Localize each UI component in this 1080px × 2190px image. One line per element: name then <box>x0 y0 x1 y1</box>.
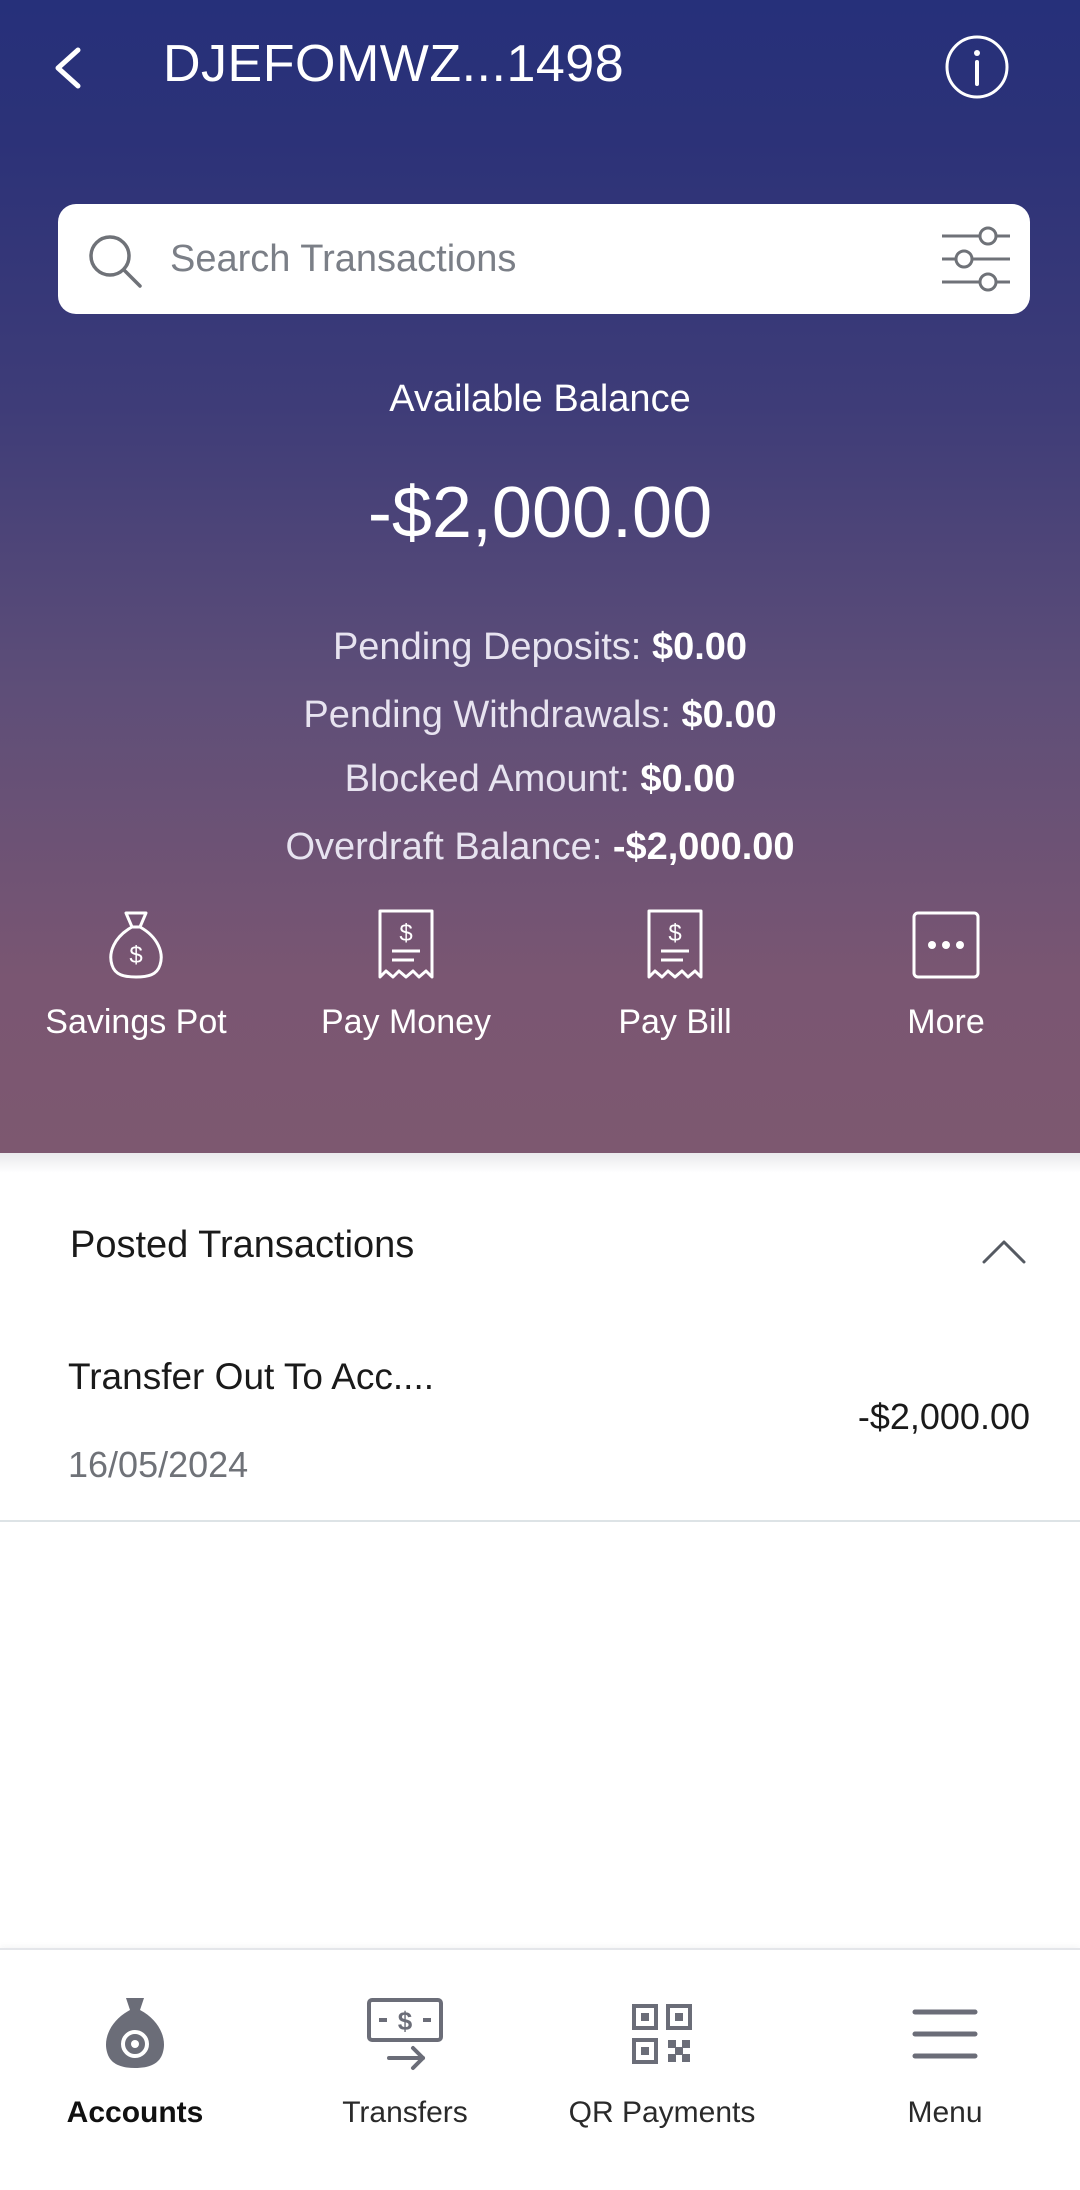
nav-transfers[interactable]: $ Transfers <box>270 1994 540 2144</box>
posted-transactions-header[interactable]: Posted Transactions <box>0 1180 1080 1320</box>
more-button[interactable]: More <box>821 905 1071 1055</box>
available-balance-amount: -$2,000.00 <box>367 473 713 553</box>
section-title: Posted Transactions <box>70 1224 415 1266</box>
qr-code-icon <box>632 2004 692 2064</box>
nav-transfers-label: Transfers <box>342 2096 468 2129</box>
more-label: More <box>907 1003 985 1041</box>
search-input[interactable] <box>170 222 970 296</box>
overdraft-balance-value: -$2,000.00 <box>612 826 795 868</box>
transaction-date: 16/05/2024 <box>68 1444 249 1485</box>
money-bag-icon <box>105 1998 165 2068</box>
bottom-navigation: Accounts $ Transfers QR Payments Menu <box>0 1948 1080 2190</box>
svg-text:$: $ <box>399 920 412 947</box>
pending-withdrawals: Pending Withdrawals: $0.00 <box>0 694 1080 737</box>
hamburger-icon <box>912 2009 978 2059</box>
transfer-icon: $ <box>367 1998 443 2070</box>
nav-qr-payments-label: QR Payments <box>568 2096 756 2129</box>
info-button[interactable] <box>944 34 1010 100</box>
pending-deposits-value: $0.00 <box>651 626 748 668</box>
section-divider <box>0 1153 1080 1173</box>
blocked-amount: Blocked Amount: $0.00 <box>0 758 1080 801</box>
blocked-amount-value: $0.00 <box>640 758 736 800</box>
pending-withdrawals-label: Pending Withdrawals: <box>303 694 682 736</box>
overdraft-balance: Overdraft Balance: -$2,000.00 <box>0 826 1080 869</box>
pending-withdrawals-value: $0.00 <box>681 694 777 736</box>
svg-text:$: $ <box>668 920 681 947</box>
transaction-row[interactable]: Transfer Out To Acc.... 16/05/2024 -$2,0… <box>0 1330 1080 1522</box>
pay-bill-button[interactable]: $ Pay Bill <box>550 905 800 1055</box>
search-icon <box>89 235 142 288</box>
top-bar: DJEFOMWZ...1498 <box>0 0 1080 140</box>
nav-accounts[interactable]: Accounts <box>0 1994 270 2144</box>
nav-menu-label: Menu <box>907 2096 983 2129</box>
quick-actions: $ Savings Pot $ Pay Money $ Pay Bill Mor… <box>0 905 1080 1055</box>
savings-pot-label: Savings Pot <box>45 1003 227 1041</box>
nav-menu[interactable]: Menu <box>810 1994 1080 2144</box>
transaction-description: Transfer Out To Acc.... <box>68 1356 435 1397</box>
more-dots-icon <box>912 911 980 979</box>
savings-pot-button[interactable]: $ Savings Pot <box>11 905 261 1055</box>
account-title: DJEFOMWZ...1498 <box>163 35 625 93</box>
info-icon <box>945 35 1009 99</box>
pay-money-label: Pay Money <box>320 1003 492 1041</box>
pay-bill-label: Pay Bill <box>618 1003 732 1041</box>
svg-text:$: $ <box>129 942 142 969</box>
chevron-up-icon <box>982 1240 1026 1264</box>
transaction-amount: -$2,000.00 <box>857 1396 1030 1437</box>
nav-accounts-label: Accounts <box>66 2096 204 2129</box>
pending-deposits: Pending Deposits: $0.00 <box>0 626 1080 669</box>
back-button[interactable] <box>40 30 96 106</box>
chevron-left-icon <box>55 47 81 89</box>
receipt-icon: $ <box>647 909 703 979</box>
filter-sliders-icon[interactable] <box>938 224 1014 294</box>
available-balance-label: Available Balance <box>389 378 691 420</box>
search-bar <box>58 204 1030 314</box>
nav-qr-payments[interactable]: QR Payments <box>527 1994 797 2144</box>
pending-deposits-label: Pending Deposits: <box>332 626 652 668</box>
blocked-amount-label: Blocked Amount: <box>344 758 641 800</box>
money-bag-icon: $ <box>109 911 163 979</box>
svg-text:$: $ <box>398 2006 413 2036</box>
receipt-icon: $ <box>378 909 434 979</box>
account-header-panel: DJEFOMWZ...1498 Available Balance -$2,00… <box>0 0 1080 1153</box>
pay-money-button[interactable]: $ Pay Money <box>281 905 531 1055</box>
overdraft-balance-label: Overdraft Balance: <box>285 826 613 868</box>
